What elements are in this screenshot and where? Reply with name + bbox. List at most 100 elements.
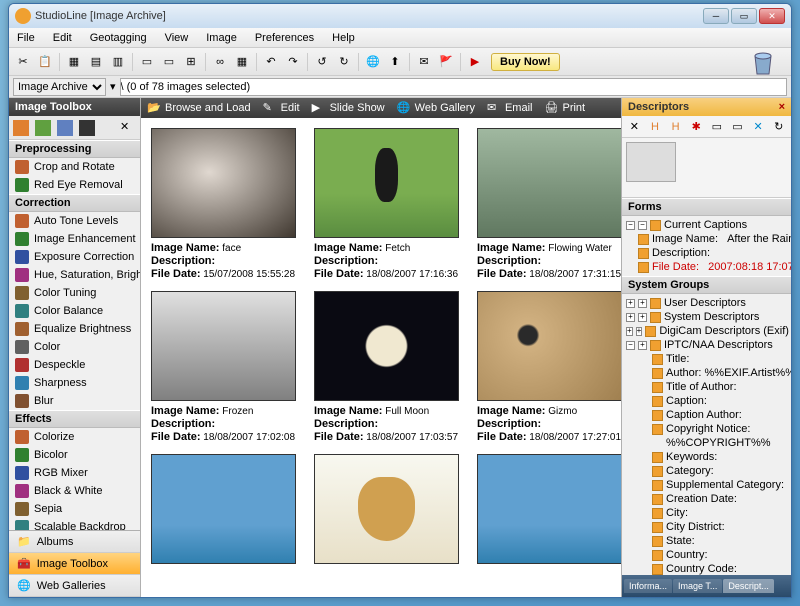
email-button[interactable]: ✉Email bbox=[487, 101, 533, 115]
tool-sharpness[interactable]: Sharpness bbox=[9, 374, 140, 392]
menu-preferences[interactable]: Preferences bbox=[251, 30, 318, 46]
tool-auto-tone-levels[interactable]: Auto Tone Levels bbox=[9, 212, 140, 230]
layout-icon[interactable]: ▭ bbox=[137, 52, 157, 72]
preview-thumb[interactable] bbox=[626, 142, 676, 182]
expand-icon[interactable]: + bbox=[638, 341, 647, 350]
gallery-item[interactable]: Image Name: Flowing WaterDescription:Fil… bbox=[477, 128, 621, 281]
tab-image-toolbox[interactable]: 🧰Image Toolbox bbox=[9, 553, 140, 575]
thumbnail[interactable] bbox=[314, 128, 459, 238]
webgallery-button[interactable]: 🌐Web Gallery bbox=[397, 101, 475, 115]
view2-icon[interactable]: ▤ bbox=[86, 52, 106, 72]
gallery-item[interactable]: Image Name: GizmoDescription:File Date: … bbox=[477, 291, 621, 444]
tool2-icon[interactable] bbox=[35, 120, 51, 136]
expand-icon[interactable]: + bbox=[626, 299, 635, 308]
thumbnail[interactable] bbox=[151, 454, 296, 564]
thumbnail[interactable] bbox=[151, 128, 296, 238]
menu-file[interactable]: File bbox=[13, 30, 39, 46]
close-icon[interactable]: × bbox=[779, 101, 785, 113]
thumbnail[interactable] bbox=[477, 128, 621, 238]
close-icon[interactable]: ✕ bbox=[120, 120, 136, 136]
system-groups-tree[interactable]: ++User Descriptors++System Descriptors++… bbox=[622, 294, 791, 575]
copy-icon[interactable]: 📋 bbox=[35, 52, 55, 72]
tool-colorize[interactable]: Colorize bbox=[9, 428, 140, 446]
tool-color[interactable]: Color bbox=[9, 338, 140, 356]
rtab-imaget[interactable]: Image T... bbox=[673, 579, 722, 593]
tree-node[interactable]: ++User Descriptors bbox=[624, 296, 789, 310]
undo-icon[interactable]: ↶ bbox=[261, 52, 281, 72]
thumbnail[interactable] bbox=[314, 454, 459, 564]
tool-list[interactable]: Preprocessing Crop and RotateRed Eye Rem… bbox=[9, 140, 140, 530]
titlebar[interactable]: StudioLine [Image Archive] ─ ▭ ✕ bbox=[9, 4, 791, 28]
expand-icon[interactable]: + bbox=[636, 327, 643, 336]
layout2-icon[interactable]: ▭ bbox=[159, 52, 179, 72]
menu-image[interactable]: Image bbox=[202, 30, 241, 46]
tree-leaf[interactable]: Copyright Notice: bbox=[624, 422, 789, 436]
expand-icon[interactable]: + bbox=[638, 299, 647, 308]
tree-leaf[interactable]: City: bbox=[624, 506, 789, 520]
tool1-icon[interactable] bbox=[13, 120, 29, 136]
gallery-item[interactable] bbox=[151, 454, 296, 564]
globe-icon[interactable]: 🌐 bbox=[363, 52, 383, 72]
tool-blur[interactable]: Blur bbox=[9, 392, 140, 410]
tree-leaf[interactable]: Caption: bbox=[624, 394, 789, 408]
chevron-down-icon[interactable]: ▾ bbox=[110, 80, 116, 93]
tree-leaf[interactable]: Title of Author: bbox=[624, 380, 789, 394]
redo-icon[interactable]: ↷ bbox=[283, 52, 303, 72]
gallery-item[interactable] bbox=[314, 454, 459, 564]
view-icon[interactable]: ▦ bbox=[64, 52, 84, 72]
expand-icon[interactable]: + bbox=[626, 327, 633, 336]
expand-icon[interactable]: + bbox=[638, 313, 647, 322]
rtab-descript[interactable]: Descript... bbox=[723, 579, 774, 593]
tree-leaf[interactable]: Supplemental Category: bbox=[624, 478, 789, 492]
gallery-item[interactable]: Image Name: Full MoonDescription:File Da… bbox=[314, 291, 459, 444]
tree-leaf[interactable]: Category: bbox=[624, 464, 789, 478]
tool-bicolor[interactable]: Bicolor bbox=[9, 446, 140, 464]
r-tool3-icon[interactable]: H bbox=[667, 117, 684, 137]
view3-icon[interactable]: ▥ bbox=[108, 52, 128, 72]
r-tool4-icon[interactable]: ✱ bbox=[688, 117, 705, 137]
tool-rgb-mixer[interactable]: RGB Mixer bbox=[9, 464, 140, 482]
tab-albums[interactable]: 📁Albums bbox=[9, 531, 140, 553]
tool-crop-and-rotate[interactable]: Crop and Rotate bbox=[9, 158, 140, 176]
tree-leaf[interactable]: State: bbox=[624, 534, 789, 548]
tool-sepia[interactable]: Sepia bbox=[9, 500, 140, 518]
thumbnail[interactable] bbox=[477, 454, 621, 564]
archive-select[interactable]: Image Archive bbox=[13, 78, 106, 96]
slideshow-button[interactable]: ▶Slide Show bbox=[312, 101, 385, 115]
r-tool1-icon[interactable]: ✕ bbox=[626, 117, 643, 137]
expand-icon[interactable]: + bbox=[626, 313, 635, 322]
close-button[interactable]: ✕ bbox=[759, 8, 785, 24]
grid-icon[interactable]: ▦ bbox=[232, 52, 252, 72]
tree-node[interactable]: −+IPTC/NAA Descriptors bbox=[624, 338, 789, 352]
buy-now-button[interactable]: Buy Now! bbox=[491, 53, 560, 71]
r-tool2-icon[interactable]: H bbox=[647, 117, 664, 137]
gallery-item[interactable] bbox=[477, 454, 621, 564]
tool-equalize-brightness[interactable]: Equalize Brightness bbox=[9, 320, 140, 338]
tool-red-eye-removal[interactable]: Red Eye Removal bbox=[9, 176, 140, 194]
rotate-right-icon[interactable]: ↻ bbox=[334, 52, 354, 72]
mail-icon[interactable]: ✉ bbox=[414, 52, 434, 72]
menu-geotagging[interactable]: Geotagging bbox=[86, 30, 151, 46]
tree-leaf[interactable]: Author: %%EXIF.Artist%% bbox=[624, 366, 789, 380]
r-tool5-icon[interactable]: ▭ bbox=[709, 117, 726, 137]
tree-leaf[interactable]: Keywords: bbox=[624, 450, 789, 464]
r-tool7-icon[interactable]: ✕ bbox=[750, 117, 767, 137]
layout3-icon[interactable]: ⊞ bbox=[181, 52, 201, 72]
menu-help[interactable]: Help bbox=[328, 30, 359, 46]
collapse-icon[interactable]: − bbox=[626, 341, 635, 350]
tool-exposure-correction[interactable]: Exposure Correction bbox=[9, 248, 140, 266]
print-button[interactable]: 🖨Print bbox=[544, 101, 585, 115]
menu-view[interactable]: View bbox=[161, 30, 193, 46]
path-input[interactable] bbox=[120, 78, 787, 96]
tool4-icon[interactable] bbox=[79, 120, 95, 136]
rotate-left-icon[interactable]: ↺ bbox=[312, 52, 332, 72]
maximize-button[interactable]: ▭ bbox=[731, 8, 757, 24]
thumbnail[interactable] bbox=[314, 291, 459, 401]
tool-image-enhancement[interactable]: Image Enhancement bbox=[9, 230, 140, 248]
edit-button[interactable]: ✎Edit bbox=[263, 101, 300, 115]
tool-scalable-backdrop[interactable]: Scalable Backdrop bbox=[9, 518, 140, 530]
gallery-item[interactable]: Image Name: FetchDescription:File Date: … bbox=[314, 128, 459, 281]
r-tool8-icon[interactable]: ↻ bbox=[770, 117, 787, 137]
tool3-icon[interactable] bbox=[57, 120, 73, 136]
tool-despeckle[interactable]: Despeckle bbox=[9, 356, 140, 374]
